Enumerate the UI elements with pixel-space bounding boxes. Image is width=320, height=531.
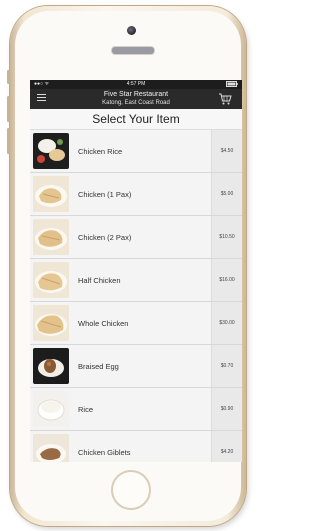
status-bar: ●●○ ᯤ 4:57 PM: [30, 80, 242, 89]
mute-switch: [7, 70, 10, 84]
list-item[interactable]: Chicken (1 Pax) $5.00: [30, 173, 242, 216]
item-price: $0.70: [211, 345, 242, 387]
list-item[interactable]: Chicken (2 Pax) $10.50: [30, 216, 242, 259]
chicken-plate-icon: [33, 262, 69, 298]
phone-screen: ●●○ ᯤ 4:57 PM Five Star Restaurant Katon…: [30, 80, 242, 462]
item-name: Chicken (2 Pax): [78, 232, 132, 242]
earpiece-speaker: [111, 46, 155, 55]
item-price: $16.00: [211, 259, 242, 301]
list-item[interactable]: Half Chicken $16.00: [30, 259, 242, 302]
item-price: $4.20: [211, 431, 242, 462]
item-price: $30.00: [211, 302, 242, 344]
list-item[interactable]: Chicken Rice $4.50: [30, 130, 242, 173]
rice-bowl-icon: [33, 391, 69, 427]
item-name: Whole Chicken: [78, 318, 129, 328]
list-item[interactable]: Whole Chicken $30.00: [30, 302, 242, 345]
chicken-giblets-icon: [33, 434, 69, 462]
volume-down-button: [7, 128, 10, 154]
item-name: Rice: [78, 404, 94, 414]
status-time: 4:57 PM: [126, 81, 146, 87]
chicken-plate-icon: [33, 305, 69, 341]
cart-icon[interactable]: [218, 92, 232, 106]
chicken-plate-icon: [33, 176, 69, 212]
battery-icon: [226, 81, 238, 89]
list-item[interactable]: Chicken Giblets $4.20: [30, 431, 242, 462]
app-header: Five Star Restaurant Katong, East Coast …: [30, 89, 242, 109]
item-name: Chicken Rice: [78, 146, 123, 156]
list-item[interactable]: Braised Egg $0.70: [30, 345, 242, 388]
item-price: $10.50: [211, 216, 242, 258]
item-name: Chicken (1 Pax): [78, 189, 132, 199]
item-name: Half Chicken: [78, 275, 121, 285]
menu-item-list: Chicken Rice $4.50 Chicken (1 Pax) $5.00…: [30, 130, 242, 462]
item-price: $4.50: [211, 130, 242, 172]
braised-egg-icon: [33, 348, 69, 384]
restaurant-name: Five Star Restaurant: [103, 91, 169, 98]
front-camera-icon: [127, 26, 136, 35]
item-name: Chicken Giblets: [78, 447, 131, 457]
item-price: $5.00: [211, 173, 242, 215]
menu-icon[interactable]: [37, 94, 46, 103]
restaurant-location: Katong, East Coast Road: [102, 100, 170, 106]
list-item[interactable]: Rice $0.90: [30, 388, 242, 431]
item-name: Braised Egg: [78, 361, 119, 371]
item-price: $0.90: [211, 388, 242, 430]
page-title: Select Your Item: [30, 109, 242, 130]
volume-up-button: [7, 96, 10, 122]
home-button[interactable]: [111, 470, 151, 510]
chicken-plate-icon: [33, 219, 69, 255]
chicken-rice-icon: [33, 133, 69, 169]
